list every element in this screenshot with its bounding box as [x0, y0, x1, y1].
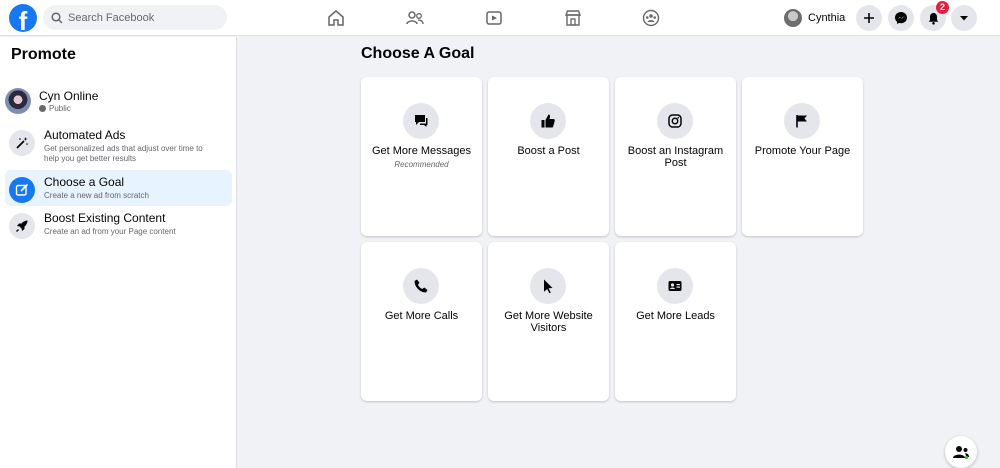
create-button[interactable]	[856, 5, 882, 31]
goal-card-get-more-leads[interactable]: Get More Leads	[615, 242, 736, 401]
goal-label: Boost an Instagram Post	[627, 145, 724, 169]
goal-label: Get More Messages	[371, 145, 472, 157]
bell-icon	[928, 12, 938, 25]
message-icon	[403, 103, 439, 139]
facebook-logo[interactable]: f	[9, 4, 37, 32]
menu-item-choose-a-goal[interactable]: Choose a Goal Create a new ad from scrat…	[5, 170, 232, 206]
page-selector[interactable]: Cyn Online Public	[5, 84, 230, 118]
marketplace-icon[interactable]	[561, 6, 585, 30]
search-icon	[51, 11, 63, 24]
search-box[interactable]	[43, 5, 227, 30]
promote-sidebar: Promote Cyn Online Public Automated Ads …	[0, 37, 237, 468]
menu-item-description: Create a new ad from scratch	[44, 191, 149, 200]
search-input[interactable]	[68, 11, 218, 24]
menu-item-title: Automated Ads	[44, 128, 126, 142]
menu-item-description: Get personalized ads that adjust over ti…	[44, 144, 203, 163]
goal-card-boost-instagram-post[interactable]: Boost an Instagram Post	[615, 77, 736, 236]
goal-card-get-more-messages[interactable]: Get More Messages Recommended	[361, 77, 482, 236]
goal-recommended-tag: Recommended	[394, 160, 449, 169]
avatar	[784, 9, 802, 27]
menu-item-title: Choose a Goal	[44, 175, 125, 189]
plus-icon	[864, 13, 874, 23]
cursor-icon	[530, 268, 566, 304]
edit-icon	[9, 177, 35, 203]
sidebar-title: Promote	[11, 46, 76, 63]
caret-down-icon	[960, 16, 968, 21]
goal-card-promote-your-page[interactable]: Promote Your Page	[742, 77, 863, 236]
flag-icon	[784, 103, 820, 139]
phone-icon	[403, 268, 439, 304]
contact-card-icon	[657, 268, 693, 304]
profile-chip[interactable]: Cynthia	[784, 6, 845, 30]
top-navigation-bar: f Cynthia 2	[0, 0, 1000, 36]
menu-item-boost-existing-content[interactable]: Boost Existing Content Create an ad from…	[5, 206, 232, 244]
goal-label: Get More Calls	[384, 310, 459, 322]
page-name: Cyn Online	[39, 89, 99, 103]
watch-icon[interactable]	[482, 6, 506, 30]
thumbs-up-icon	[530, 103, 566, 139]
instagram-icon	[657, 103, 693, 139]
goal-card-get-more-website-visitors[interactable]: Get More Website Visitors	[488, 242, 609, 401]
page-visibility: Public	[49, 104, 71, 113]
menu-item-title: Boost Existing Content	[44, 211, 166, 225]
goal-label: Promote Your Page	[754, 145, 851, 157]
menu-item-description: Create an ad from your Page content	[44, 227, 176, 236]
groups-icon[interactable]	[639, 6, 663, 30]
friends-icon[interactable]	[403, 6, 427, 30]
notification-badge: 2	[936, 1, 949, 14]
page-title: Choose A Goal	[361, 45, 475, 62]
goal-label: Get More Website Visitors	[504, 310, 593, 334]
goal-label: Boost a Post	[517, 145, 580, 157]
menu-item-automated-ads[interactable]: Automated Ads Get personalized ads that …	[5, 123, 232, 169]
page-avatar	[5, 88, 31, 114]
globe-icon	[39, 105, 46, 112]
goal-card-boost-a-post[interactable]: Boost a Post	[488, 77, 609, 236]
messenger-button[interactable]	[888, 5, 914, 31]
messenger-icon	[895, 12, 907, 24]
goal-card-get-more-calls[interactable]: Get More Calls	[361, 242, 482, 401]
contacts-button[interactable]	[945, 436, 977, 468]
rocket-icon	[9, 213, 35, 239]
profile-name: Cynthia	[808, 12, 846, 24]
home-icon[interactable]	[324, 6, 348, 30]
goal-label: Get More Leads	[636, 310, 715, 322]
account-menu-button[interactable]	[951, 5, 977, 31]
contacts-icon	[953, 446, 969, 460]
magic-wand-icon	[9, 130, 35, 156]
